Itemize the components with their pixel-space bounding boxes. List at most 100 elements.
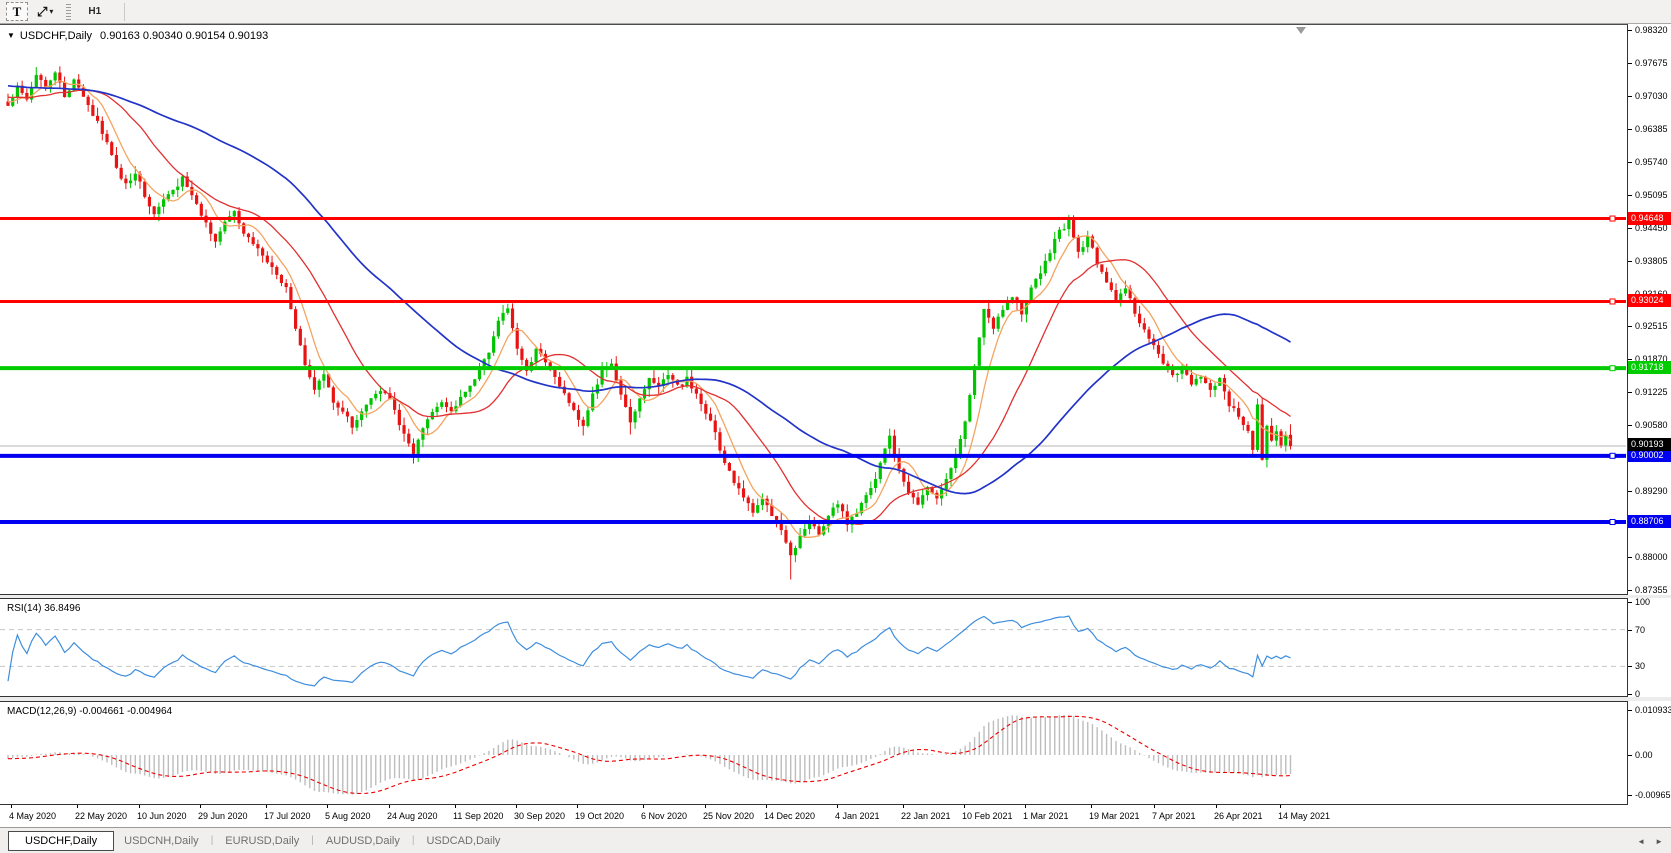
main-chart-panel[interactable]: ▼ USDCHF,Daily 0.90163 0.90340 0.90154 0.9…	[0, 24, 1628, 595]
price-tick-label: 0.96385	[1635, 124, 1668, 134]
level-handle	[1610, 216, 1615, 221]
date-tick-mark	[516, 805, 517, 808]
tab-scroll-left-icon[interactable]: ◄	[1637, 837, 1645, 846]
price-tick-mark	[1628, 96, 1632, 97]
price-tick-label: 0.92515	[1635, 321, 1668, 331]
date-tick-label: 22 Jan 2021	[901, 811, 951, 821]
rsi-tick-mark	[1628, 694, 1632, 695]
price-tick-label: 0.95095	[1635, 190, 1668, 200]
level-handle	[1610, 366, 1615, 371]
price-axis-main[interactable]: 0.983200.976750.970300.963850.957400.950…	[1628, 24, 1671, 595]
chart-shift-marker[interactable]	[1296, 27, 1306, 34]
rsi-label: RSI(14) 36.8496	[7, 603, 80, 614]
main-chart-plot[interactable]	[0, 25, 1626, 594]
rsi-plot[interactable]	[0, 599, 1626, 696]
date-tick-label: 24 Aug 2020	[387, 811, 438, 821]
tab-usdcad-daily[interactable]: USDCAD,Daily	[416, 832, 510, 850]
price-tick-label: 0.98320	[1635, 25, 1668, 35]
date-tick-mark	[766, 805, 767, 808]
date-tick-label: 10 Jun 2020	[137, 811, 187, 821]
ohlc-quote-text: 0.90163 0.90340 0.90154 0.90193	[100, 30, 268, 42]
tab-usdchf-daily[interactable]: USDCHF,Daily	[8, 831, 114, 851]
date-tick-label: 4 May 2020	[9, 811, 56, 821]
toolbar: T ⤢ ▾ M1M5M15M30H1H4D1W1MN	[0, 0, 1671, 24]
rsi-tick-label: 30	[1635, 661, 1645, 671]
time-axis[interactable]: 4 May 2020 22 May 2020 10 Jun 2020 29 Jun 2…	[0, 805, 1671, 827]
date-tick-mark	[837, 805, 838, 808]
level-handle	[1610, 520, 1615, 525]
price-tick-mark	[1628, 590, 1632, 591]
price-tick-label: 0.93805	[1635, 256, 1668, 266]
date-tick-label: 6 Nov 2020	[641, 811, 687, 821]
price-tick-mark	[1628, 162, 1632, 163]
macd-tick-label: 0.00	[1635, 750, 1653, 760]
price-tick-mark	[1628, 195, 1632, 196]
chevron-down-icon: ▾	[49, 7, 53, 16]
date-tick-mark	[200, 805, 201, 808]
price-tick-label: 0.87355	[1635, 585, 1668, 595]
date-tick-mark	[1154, 805, 1155, 808]
price-tick-label: 0.97030	[1635, 91, 1668, 101]
tab-usdcnh-daily[interactable]: USDCNH,Daily	[114, 832, 209, 850]
macd-tick-mark	[1628, 755, 1632, 756]
date-tick-label: 11 Sep 2020	[453, 811, 503, 821]
tab-eurusd-daily[interactable]: EURUSD,Daily	[215, 832, 309, 850]
ma-7-line	[8, 81, 1291, 538]
macd-tick-mark	[1628, 795, 1632, 796]
price-tick-mark	[1628, 392, 1632, 393]
tf-button-h1[interactable]: H1	[79, 3, 116, 20]
date-tick-mark	[1216, 805, 1217, 808]
tab-audusd-daily[interactable]: AUDUSD,Daily	[316, 832, 410, 850]
macd-panel[interactable]: MACD(12,26,9) -0.004661 -0.004964	[0, 701, 1628, 805]
chart-window: ▼ USDCHF,Daily 0.90163 0.90340 0.90154 0.9…	[0, 24, 1671, 853]
price-axis-rsi[interactable]: 10070300	[1628, 598, 1671, 697]
rsi-tick-mark	[1628, 630, 1632, 631]
date-tick-mark	[77, 805, 78, 808]
date-tick-mark	[455, 805, 456, 808]
date-tick-label: 4 Jan 2021	[835, 811, 880, 821]
symbol-dropdown-icon[interactable]: ▼	[7, 31, 15, 40]
chart-tab-bar: USDCHF,DailyUSDCNH,Daily|EURUSD,Daily|AU…	[0, 827, 1671, 853]
date-tick-label: 17 Jul 2020	[264, 811, 311, 821]
date-tick-mark	[705, 805, 706, 808]
rsi-tick-label: 70	[1635, 625, 1645, 635]
macd-tick-label: -0.009653	[1635, 790, 1671, 800]
level-price-label: 0.88706	[1628, 515, 1671, 528]
macd-histogram	[8, 715, 1290, 795]
tab-separator: |	[410, 835, 417, 846]
date-tick-label: 29 Jun 2020	[198, 811, 248, 821]
tab-scroll-right-icon[interactable]: ►	[1655, 837, 1663, 846]
price-tick-mark	[1628, 228, 1632, 229]
date-tick-mark	[139, 805, 140, 808]
toolbar-grip	[66, 4, 71, 20]
level-price-label: 0.93024	[1628, 294, 1671, 307]
date-tick-label: 14 Dec 2020	[764, 811, 815, 821]
date-tick-mark	[577, 805, 578, 808]
price-axis-macd[interactable]: 0.0109330.00-0.009653	[1628, 701, 1671, 805]
date-tick-mark	[389, 805, 390, 808]
cursor-tool-button[interactable]: ⤢ ▾	[34, 2, 56, 21]
date-tick-mark	[1025, 805, 1026, 808]
date-tick-label: 19 Oct 2020	[575, 811, 624, 821]
macd-tick-mark	[1628, 710, 1632, 711]
price-tick-mark	[1628, 557, 1632, 558]
date-tick-label: 1 Mar 2021	[1023, 811, 1069, 821]
level-handle	[1610, 299, 1615, 304]
date-tick-label: 22 May 2020	[75, 811, 127, 821]
price-tick-mark	[1628, 261, 1632, 262]
macd-plot[interactable]	[0, 702, 1626, 804]
price-tick-label: 0.95740	[1635, 157, 1668, 167]
date-tick-mark	[1091, 805, 1092, 808]
rsi-tick-label: 0	[1635, 689, 1640, 699]
tab-separator: |	[209, 835, 216, 846]
rsi-panel[interactable]: RSI(14) 36.8496	[0, 598, 1628, 697]
date-tick-label: 30 Sep 2020	[514, 811, 565, 821]
symbol-period-label: USDCHF,Daily	[20, 30, 92, 42]
text-tool-button[interactable]: T	[6, 2, 28, 21]
date-tick-mark	[266, 805, 267, 808]
date-tick-mark	[643, 805, 644, 808]
tab-separator: |	[309, 835, 316, 846]
price-tick-mark	[1628, 129, 1632, 130]
price-tick-label: 0.89290	[1635, 486, 1668, 496]
level-price-label: 0.91718	[1628, 361, 1671, 374]
